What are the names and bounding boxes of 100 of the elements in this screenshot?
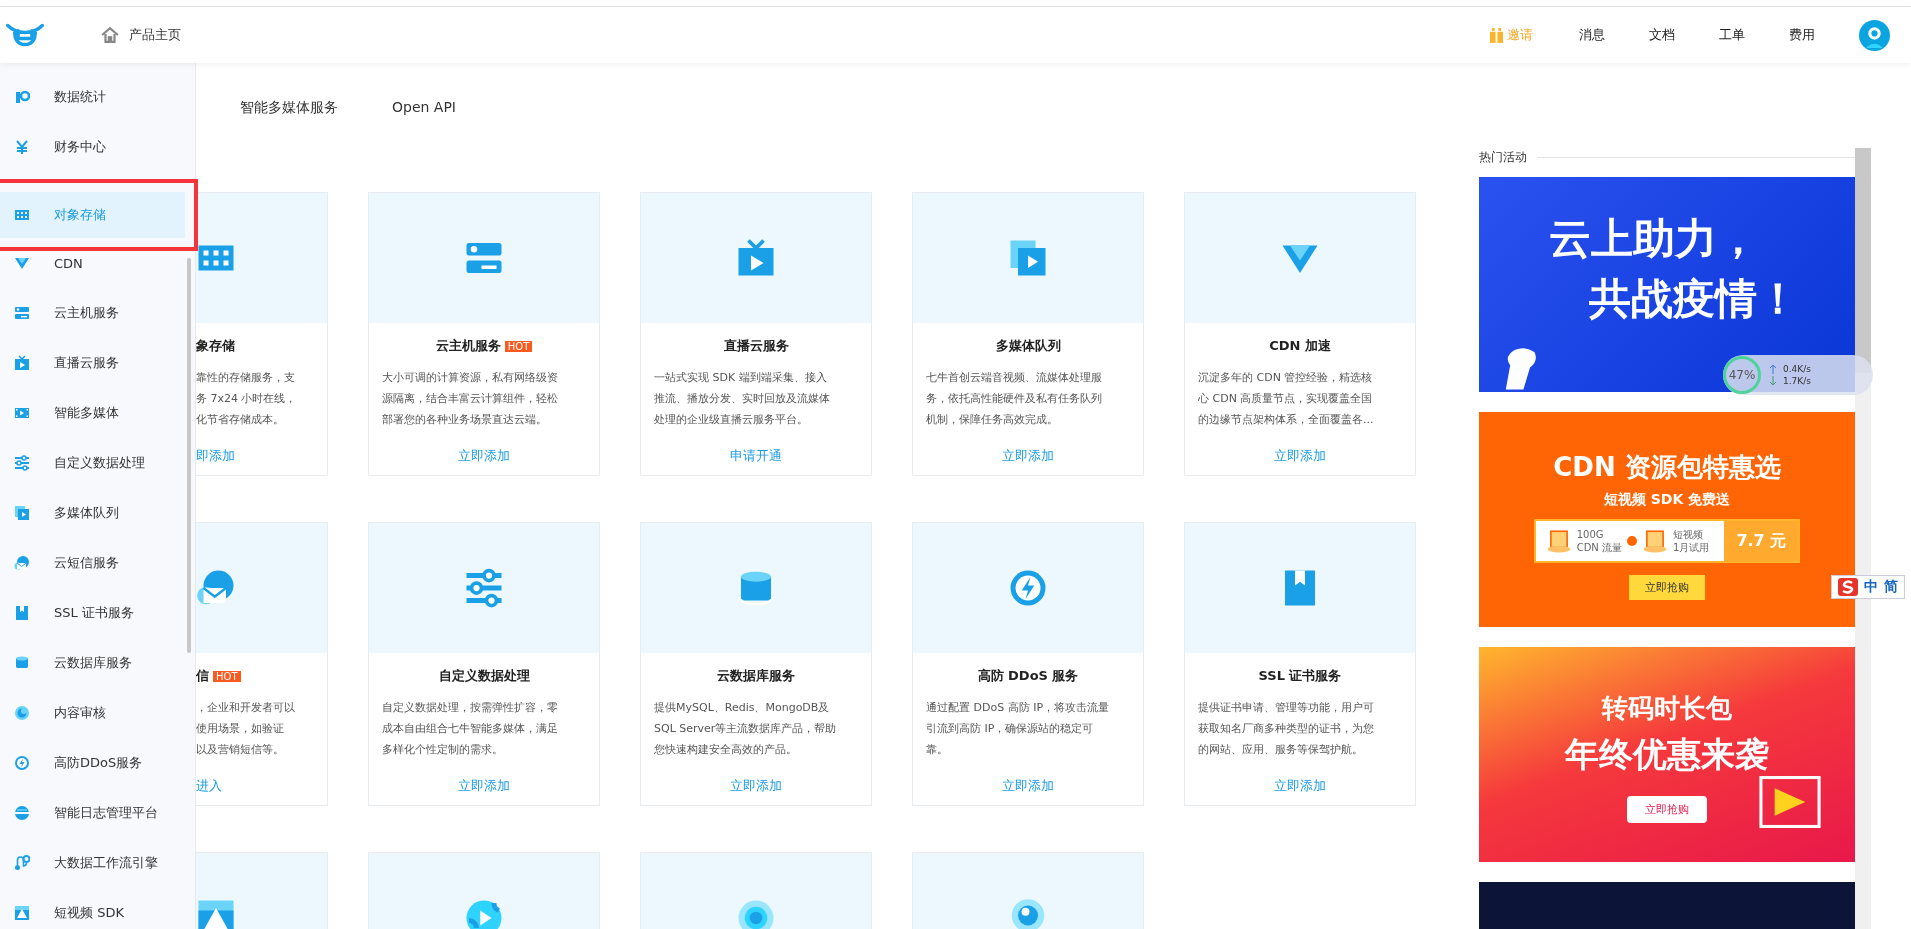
ime-button[interactable]: 简 <box>1884 578 1898 596</box>
card-title: 象存储 <box>196 337 235 355</box>
sidebar-item[interactable]: 智能多媒体 <box>0 388 195 438</box>
database-icon <box>14 655 30 671</box>
scrollbar[interactable] <box>187 258 191 653</box>
moon-icon <box>14 705 30 721</box>
hot-badge: HOT <box>504 340 533 352</box>
card-title: 云主机服务 <box>435 337 501 355</box>
tv-icon <box>736 238 776 278</box>
sidebar-item[interactable]: 自定义数据处理 <box>0 438 195 488</box>
play-icon <box>1008 238 1048 278</box>
banner-heading: CDN 资源包特惠选 <box>1553 451 1781 484</box>
play-icon <box>14 505 30 521</box>
gift-box-icon <box>1545 528 1572 554</box>
download-rate: 1.7K/s <box>1783 376 1811 386</box>
sidebar-item[interactable]: CDN <box>0 238 195 288</box>
card-description: 沉淀多年的 CDN 管控经验，精选核 心 CDN 高质量节点，实现覆盖全国 的边缘节点架构体系，全面覆盖各... <box>1198 370 1375 428</box>
sidebar-item[interactable]: SSL 证书服务 <box>0 588 195 638</box>
card-description: 靠性的存储服务，支 务 7x24 小时在线， 化节省存储成本。 <box>196 370 297 428</box>
card-title: 直播云服务 <box>723 337 789 355</box>
sidebar-item[interactable]: 智能日志管理平台 <box>0 788 195 838</box>
bookmark-icon <box>14 605 30 621</box>
card-title: 自定义数据处理 <box>438 667 530 685</box>
gift-box-icon <box>1642 528 1668 554</box>
speed-widget[interactable]: 47% 0.4K/s 1.7K/s <box>1723 355 1873 395</box>
sidebar-item[interactable]: 多媒体队列 <box>0 488 195 538</box>
up-arrow-icon <box>1769 364 1777 374</box>
sidebar-item[interactable]: 云短信服务 <box>0 538 195 588</box>
play-icon <box>464 898 504 929</box>
yen-icon <box>14 139 30 155</box>
play-icon <box>1759 776 1821 828</box>
sidebar-item[interactable]: 内容审核 <box>0 688 195 738</box>
bolt-icon <box>14 755 30 771</box>
plus-icon <box>1627 536 1637 546</box>
banner-subtitle: 短视频 SDK 免费送 <box>1603 491 1731 509</box>
buy-button[interactable]: 立即抢购 <box>1629 575 1705 600</box>
card-description: 通过配置 DDoS 高防 IP，将攻击流量 引流到高防 IP，确保源站的稳定可 靠。 <box>926 700 1111 758</box>
server-icon <box>14 305 30 321</box>
card-description: 提供MySQL、Redis、MongoDB及 SQL Server等主流数据库产品，帮助 您快速构建安全高效的产品。 <box>654 700 838 758</box>
percent-gauge: 47% <box>1723 356 1761 394</box>
down-arrow-icon <box>1769 376 1777 386</box>
buy-button[interactable]: 立即抢购 <box>1627 796 1707 823</box>
sliders-icon <box>14 455 30 471</box>
nav-link[interactable]: 文档 <box>1649 26 1675 44</box>
card-title: 高防 DDoS 服务 <box>977 667 1079 685</box>
card-description: 提供证书申请、管理等功能，用户可 获取知名厂商多种类型的证书，为您 的网站、应用、服务等保驾护航。 <box>1198 700 1375 758</box>
ime-logo-icon[interactable] <box>1838 578 1858 596</box>
bull-logo-icon[interactable] <box>6 22 44 48</box>
hot-badge: HOT <box>213 670 241 682</box>
triangle-icon <box>196 898 236 929</box>
card-description: 七牛首创云端音视频、流媒体处理服 务，依托高性能硬件及私有任务队列 机制，保障任务高效完成。 <box>926 370 1103 428</box>
card-description: ，企业和开发者可以 使用场景，如验证 以及营销短信等。 <box>196 700 295 758</box>
promo-banner[interactable]: 转码时长包 年终优惠来袭 立即抢购 <box>1479 647 1855 862</box>
tab[interactable]: Open API <box>392 99 456 192</box>
card-description: 一站式实现 SDK 端到端采集、接入 推流、播放分发、实时回放及流媒体 处理的企业级直播云服务平台。 <box>654 370 831 428</box>
ime-button[interactable]: 中 <box>1864 578 1878 596</box>
nav-link[interactable]: 工单 <box>1719 26 1745 44</box>
banner-heading: 转码时长包 <box>1602 692 1732 725</box>
price-label: 7.7 元 <box>1724 521 1799 561</box>
tab[interactable]: 智能多媒体服务 <box>240 99 338 192</box>
card-description: 大小可调的计算资源，私有网络级资 源隔离，结合丰富云计算组件，轻松 部署您的各种业务场景直达云端。 <box>382 370 559 428</box>
sidebar-item[interactable]: 高防DDoS服务 <box>0 738 195 788</box>
sidebar-item[interactable]: 财务中心 <box>0 122 195 172</box>
bolt-icon <box>1008 568 1048 608</box>
banner-heading: 年终优惠来袭 <box>1565 733 1769 776</box>
card-title: CDN 加速 <box>1269 337 1331 355</box>
sidebar-item[interactable]: 短视频 SDK <box>0 888 195 929</box>
grid-icon <box>14 207 30 223</box>
disc-icon <box>14 805 30 821</box>
sidebar-item[interactable]: 云主机服务 <box>0 288 195 338</box>
flow-icon <box>14 855 30 871</box>
sliders-icon <box>464 568 504 608</box>
offer-text: 短视频 1月试用 <box>1673 528 1710 554</box>
target-icon <box>736 898 776 929</box>
chart-icon <box>14 89 30 105</box>
upload-rate: 0.4K/s <box>1783 364 1811 374</box>
card-description: 自定义数据处理，按需弹性扩容，零 成本自由组合七牛智能多媒体，满足 多样化个性定制的需求。 <box>382 700 559 758</box>
sidebar-item[interactable]: 大数据工作流引擎 <box>0 838 195 888</box>
home-icon[interactable] <box>101 26 119 44</box>
offer-text: 100G CDN 流量 <box>1576 528 1622 554</box>
card-title: 多媒体队列 <box>995 337 1061 355</box>
avatar-icon[interactable] <box>1859 19 1890 51</box>
nav-link[interactable]: 费用 <box>1789 26 1815 44</box>
breadcrumb-link[interactable]: 产品主页 <box>129 26 181 44</box>
section-title: 热门活动 <box>1479 148 1527 166</box>
cloud-mail-icon <box>14 555 30 571</box>
sidebar-item[interactable]: 直播云服务 <box>0 338 195 388</box>
nav-link[interactable]: 消息 <box>1579 26 1605 44</box>
banner-heading: 共战疫情！ <box>1589 273 1799 325</box>
banner-heading: 云上助力， <box>1549 213 1759 265</box>
card-title: 信 <box>196 667 209 685</box>
tv-icon <box>14 355 30 371</box>
card-title: SSL 证书服务 <box>1258 667 1342 685</box>
gift-icon <box>1490 27 1503 43</box>
sidebar-item[interactable]: 数据统计 <box>0 72 195 122</box>
sidebar-item[interactable]: 云数据库服务 <box>0 638 195 688</box>
funnel-icon <box>14 255 30 271</box>
promo-banner[interactable]: CDN 资源包特惠选 短视频 SDK 免费送 100G CDN 流量 短视频 1月试用 7.7 元 立即抢购 <box>1479 412 1855 627</box>
film-icon <box>14 405 30 421</box>
card-title: 云数据库服务 <box>717 667 795 685</box>
